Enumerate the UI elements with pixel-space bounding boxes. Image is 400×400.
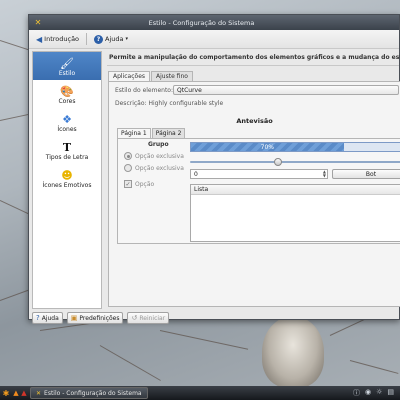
- color-palette-icon: 🎨: [60, 85, 74, 98]
- sidebar-item-label: Ícones Emotivos: [42, 182, 92, 189]
- checkbox-option[interactable]: ✓ Opção: [124, 180, 154, 188]
- divider: [107, 65, 399, 66]
- spinbox-value: 0: [194, 171, 198, 178]
- help-menu-button[interactable]: ? Ajuda ▾: [91, 34, 131, 45]
- sidebar-item-fonts[interactable]: T Tipos de Letra: [33, 136, 101, 164]
- tab-page-1[interactable]: Página 1: [117, 128, 151, 138]
- list-header: Lista: [191, 185, 400, 195]
- preview-panel: Grupo Opção exclusiva Opção exclusiva ✓ …: [117, 138, 400, 244]
- progress-fill: 70%: [191, 143, 344, 151]
- progress-text: 70%: [260, 143, 274, 151]
- tab-fine-tuning[interactable]: Ajuste fino: [151, 71, 193, 81]
- toolbar-separator: [86, 33, 88, 45]
- back-arrow-icon: ◀: [36, 34, 43, 44]
- toolbar: ◀ Introdução ? Ajuda ▾: [29, 30, 399, 49]
- widget-style-select[interactable]: QtCurve: [173, 85, 399, 95]
- dropdown-arrow-icon: ▾: [125, 36, 129, 42]
- radio-label: Opção exclusiva: [135, 152, 184, 160]
- main-tabs: Aplicações Ajuste fino: [108, 71, 400, 81]
- preview-title: Antevisão: [236, 117, 273, 125]
- settings-window: ✕ Estilo - Configuração do Sistema ◀ Int…: [28, 14, 400, 324]
- icons-icon: ❖: [62, 113, 72, 126]
- preview-list[interactable]: Lista: [190, 184, 400, 242]
- slider-track: [190, 161, 400, 163]
- window-titlebar[interactable]: ✕ Estilo - Configuração do Sistema: [29, 15, 399, 30]
- font-icon: T: [62, 141, 72, 154]
- overview-button[interactable]: ◀ Introdução: [33, 34, 82, 45]
- bottom-bar: ? Ajuda ▣ Predefinições ↺ Reiniciar: [32, 312, 170, 324]
- widget-style-value: QtCurve: [177, 87, 202, 94]
- sidebar-item-label: Estilo: [58, 70, 76, 77]
- sidebar-item-label: Ícones: [57, 126, 77, 133]
- network-icon[interactable]: ◉: [365, 388, 371, 398]
- defaults-button[interactable]: ▣ Predefinições: [66, 312, 124, 324]
- quicklaunch-orange-icon[interactable]: ▲: [12, 389, 20, 397]
- info-icon[interactable]: ⓘ: [353, 388, 360, 398]
- reset-button-label: Reiniciar: [139, 314, 166, 322]
- quicklaunch-red-icon[interactable]: ▲: [20, 389, 28, 397]
- help-icon: ?: [94, 34, 104, 44]
- tools-icon[interactable]: ✕: [32, 18, 44, 27]
- defaults-button-label: Predefinições: [79, 314, 120, 322]
- preview-button-label: Bot: [365, 170, 377, 178]
- sidebar-item-label: Cores: [58, 98, 76, 105]
- taskbar-task[interactable]: ✕ Estilo - Configuração do Sistema: [30, 387, 148, 399]
- wallpaper-cat: [262, 316, 324, 388]
- sun-icon[interactable]: ☼: [376, 388, 382, 398]
- radio-label: Opção exclusiva: [135, 164, 184, 172]
- help-button-label: Ajuda: [41, 314, 59, 322]
- slider[interactable]: [190, 158, 400, 166]
- style-brush-icon: 🖌: [60, 57, 74, 70]
- sidebar: 🖌 Estilo 🎨 Cores ❖ Ícones T Tipos de Let…: [32, 51, 102, 309]
- kde-launcher-icon[interactable]: ✱: [0, 389, 12, 398]
- checkbox-label: Opção: [135, 180, 155, 188]
- sidebar-item-label: Tipos de Letra: [45, 154, 89, 161]
- reset-icon: ↺: [131, 314, 138, 322]
- help-icon: ?: [36, 314, 40, 322]
- module-description: Permite a manipulação do comportamento d…: [109, 54, 400, 61]
- help-label: Ajuda: [105, 35, 124, 43]
- widget-style-label: Estilo do elemento:: [115, 87, 174, 94]
- sidebar-item-emoticons[interactable]: ☻ Ícones Emotivos: [33, 164, 101, 192]
- checkbox-indicator: ✓: [124, 180, 132, 188]
- group-title: Grupo: [148, 141, 169, 148]
- tab-applications[interactable]: Aplicações: [108, 71, 151, 81]
- sidebar-item-icons[interactable]: ❖ Ícones: [33, 108, 101, 136]
- preview-tabs: Página 1 Página 2: [117, 128, 186, 138]
- radio-option-1[interactable]: Opção exclusiva: [124, 152, 184, 160]
- style-description: Descrição: Highly configurable style: [115, 100, 224, 107]
- taskbar: ✱ ▲ ▲ ✕ Estilo - Configuração do Sistema…: [0, 386, 400, 400]
- radio-option-2[interactable]: Opção exclusiva: [124, 164, 184, 172]
- spinbox[interactable]: 0 ▲ ▼: [190, 169, 328, 179]
- system-tray: ⓘ ◉ ☼ ▤: [353, 388, 400, 398]
- applications-panel: Estilo do elemento: QtCurve Descrição: H…: [108, 81, 400, 307]
- help-button[interactable]: ? Ajuda: [32, 312, 63, 324]
- reset-button[interactable]: ↺ Reiniciar: [127, 312, 170, 324]
- tab-page-2[interactable]: Página 2: [151, 128, 186, 138]
- progress-bar: 70%: [190, 142, 400, 152]
- sidebar-item-colors[interactable]: 🎨 Cores: [33, 80, 101, 108]
- radio-indicator: [124, 152, 132, 160]
- window-title: Estilo - Configuração do Sistema: [148, 18, 255, 27]
- main-content: Permite a manipulação do comportamento d…: [105, 51, 400, 309]
- clipboard-icon[interactable]: ▤: [387, 388, 394, 398]
- defaults-icon: ▣: [70, 314, 78, 322]
- preview-button[interactable]: Bot: [332, 169, 400, 179]
- tools-icon: ✕: [36, 389, 42, 397]
- overview-label: Introdução: [44, 35, 80, 43]
- radio-indicator: [124, 164, 132, 172]
- sidebar-item-style[interactable]: 🖌 Estilo: [33, 52, 101, 80]
- slider-handle[interactable]: [274, 158, 282, 166]
- smiley-icon: ☻: [61, 169, 73, 182]
- taskbar-task-label: Estilo - Configuração do Sistema: [44, 389, 142, 397]
- spin-arrows-icon[interactable]: ▲ ▼: [323, 170, 326, 178]
